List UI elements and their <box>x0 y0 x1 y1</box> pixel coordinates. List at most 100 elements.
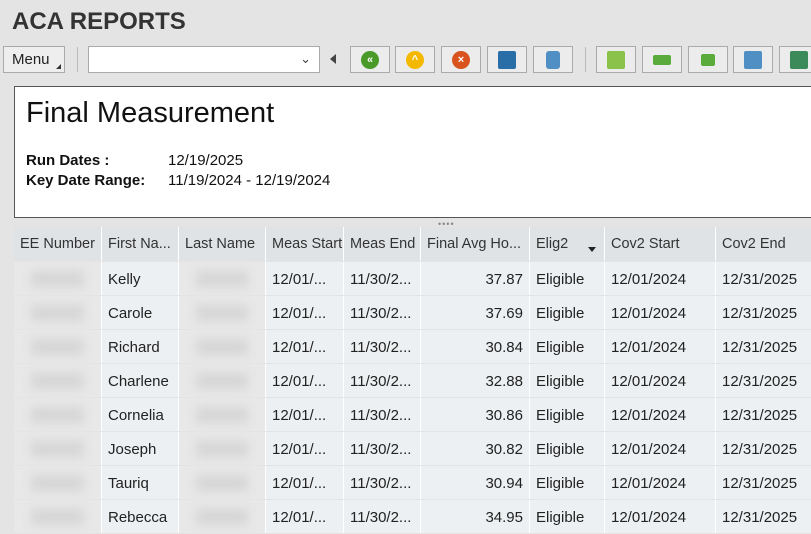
key-range-label: Key Date Range: <box>26 172 146 189</box>
filter-list-button[interactable] <box>688 46 728 73</box>
redacted-cell <box>14 364 102 397</box>
table-row[interactable]: Joseph 12/01/... 11/30/2... 30.82 Eligible 12… <box>14 432 811 466</box>
cell-cs: 12/01/2024 <box>605 262 716 295</box>
cell-avg: 30.86 <box>421 398 530 431</box>
filter-list-icon <box>701 53 715 66</box>
column-header[interactable]: Cov2 End <box>716 227 811 261</box>
column-header-label: Meas Start <box>272 236 343 252</box>
cell-elig: Eligible <box>530 262 605 295</box>
sort-dropdown-icon[interactable] <box>588 247 596 252</box>
redacted-cell <box>179 364 266 397</box>
key-range-value: 11/19/2024 - 12/19/2024 <box>168 172 331 189</box>
redacted-cell <box>179 330 266 363</box>
column-header[interactable]: First Na... <box>102 227 179 261</box>
table-row[interactable]: Charlene 12/01/... 11/30/2... 32.88 Eligible… <box>14 364 811 398</box>
back-button[interactable]: « <box>350 46 390 73</box>
cell-elig: Eligible <box>530 466 605 499</box>
column-header-label: Cov2 End <box>722 236 786 252</box>
cell-avg: 30.84 <box>421 330 530 363</box>
menu-button[interactable]: Menu <box>3 46 65 73</box>
find-button[interactable] <box>533 46 573 73</box>
table-row[interactable]: Tauriq 12/01/... 11/30/2... 30.94 Eligible 12… <box>14 466 811 500</box>
column-header[interactable]: Final Avg Ho... <box>421 227 530 261</box>
redacted-cell <box>179 500 266 533</box>
cell-avg: 37.69 <box>421 296 530 329</box>
cell-avg: 34.95 <box>421 500 530 533</box>
redaction-blur <box>196 271 248 287</box>
table-row[interactable]: Rebecca 12/01/... 11/30/2... 34.95 Eligible 1… <box>14 500 811 534</box>
back-icon: « <box>361 50 379 69</box>
cell-avg: 30.82 <box>421 432 530 465</box>
cancel-icon: × <box>452 50 470 69</box>
redaction-blur <box>196 373 248 389</box>
filter-button[interactable] <box>733 46 773 73</box>
redaction-blur <box>31 305 84 321</box>
cell-cs: 12/01/2024 <box>605 432 716 465</box>
cell-elig: Eligible <box>530 500 605 533</box>
redacted-cell <box>179 466 266 499</box>
redaction-blur <box>196 441 248 457</box>
cell-elig: Eligible <box>530 432 605 465</box>
cell-first: Joseph <box>102 432 179 465</box>
cell-ms: 12/01/... <box>266 398 344 431</box>
cell-ms: 12/01/... <box>266 262 344 295</box>
redaction-blur <box>31 475 84 491</box>
column-header[interactable]: Meas End <box>344 227 421 261</box>
column-header-label: Elig2 <box>536 236 569 252</box>
redacted-cell <box>179 432 266 465</box>
cell-me: 11/30/2... <box>344 500 421 533</box>
align-button[interactable] <box>642 46 682 73</box>
cell-me: 11/30/2... <box>344 398 421 431</box>
redacted-cell <box>14 296 102 329</box>
redacted-cell <box>14 262 102 295</box>
collapse-arrow-icon[interactable] <box>330 54 336 64</box>
up-button[interactable]: ^ <box>395 46 435 73</box>
table-row[interactable]: Cornelia 12/01/... 11/30/2... 30.86 Eligible… <box>14 398 811 432</box>
cell-ce: 12/31/2025 <box>716 432 811 465</box>
redaction-blur <box>31 509 84 525</box>
redaction-blur <box>196 305 248 321</box>
redaction-blur <box>31 441 84 457</box>
print-icon <box>498 50 516 69</box>
column-header-label: EE Number <box>20 236 95 252</box>
cell-first: Kelly <box>102 262 179 295</box>
column-header-label: Cov2 Start <box>611 236 680 252</box>
column-header[interactable]: Meas Start <box>266 227 344 261</box>
preview-button[interactable] <box>596 46 636 73</box>
table-row[interactable]: Carole 12/01/... 11/30/2... 37.69 Eligible 12… <box>14 296 811 330</box>
print-button[interactable] <box>487 46 527 73</box>
column-header[interactable]: Cov2 Start <box>605 227 716 261</box>
cell-ms: 12/01/... <box>266 500 344 533</box>
up-icon: ^ <box>406 50 424 69</box>
cell-ms: 12/01/... <box>266 296 344 329</box>
header-row: EE Number First Na... Last Name Meas Start M… <box>14 227 811 262</box>
toolbar: Menu ⌄ « ^ × <box>0 44 811 76</box>
redacted-cell <box>179 296 266 329</box>
table-row[interactable]: Kelly 12/01/... 11/30/2... 37.87 Eligible 12/… <box>14 262 811 296</box>
preview-icon <box>607 50 625 69</box>
cell-first: Rebecca <box>102 500 179 533</box>
refresh-button[interactable] <box>779 46 811 73</box>
cell-cs: 12/01/2024 <box>605 398 716 431</box>
cell-avg: 32.88 <box>421 364 530 397</box>
redacted-cell <box>179 262 266 295</box>
cell-cs: 12/01/2024 <box>605 296 716 329</box>
cell-first: Richard <box>102 330 179 363</box>
column-header[interactable]: Elig2 <box>530 227 605 261</box>
cell-ce: 12/31/2025 <box>716 364 811 397</box>
report-select[interactable]: ⌄ <box>88 46 320 73</box>
cancel-button[interactable]: × <box>441 46 481 73</box>
column-header[interactable]: Last Name <box>179 227 266 261</box>
cell-first: Tauriq <box>102 466 179 499</box>
cell-elig: Eligible <box>530 296 605 329</box>
cell-ms: 12/01/... <box>266 466 344 499</box>
cell-avg: 30.94 <box>421 466 530 499</box>
redaction-blur <box>31 271 84 287</box>
redacted-cell <box>14 432 102 465</box>
table-row[interactable]: Richard 12/01/... 11/30/2... 30.84 Eligible 1… <box>14 330 811 364</box>
cell-ms: 12/01/... <box>266 330 344 363</box>
separator <box>77 47 78 72</box>
cell-me: 11/30/2... <box>344 296 421 329</box>
report-title: Final Measurement <box>26 97 275 129</box>
column-header[interactable]: EE Number <box>14 227 102 261</box>
